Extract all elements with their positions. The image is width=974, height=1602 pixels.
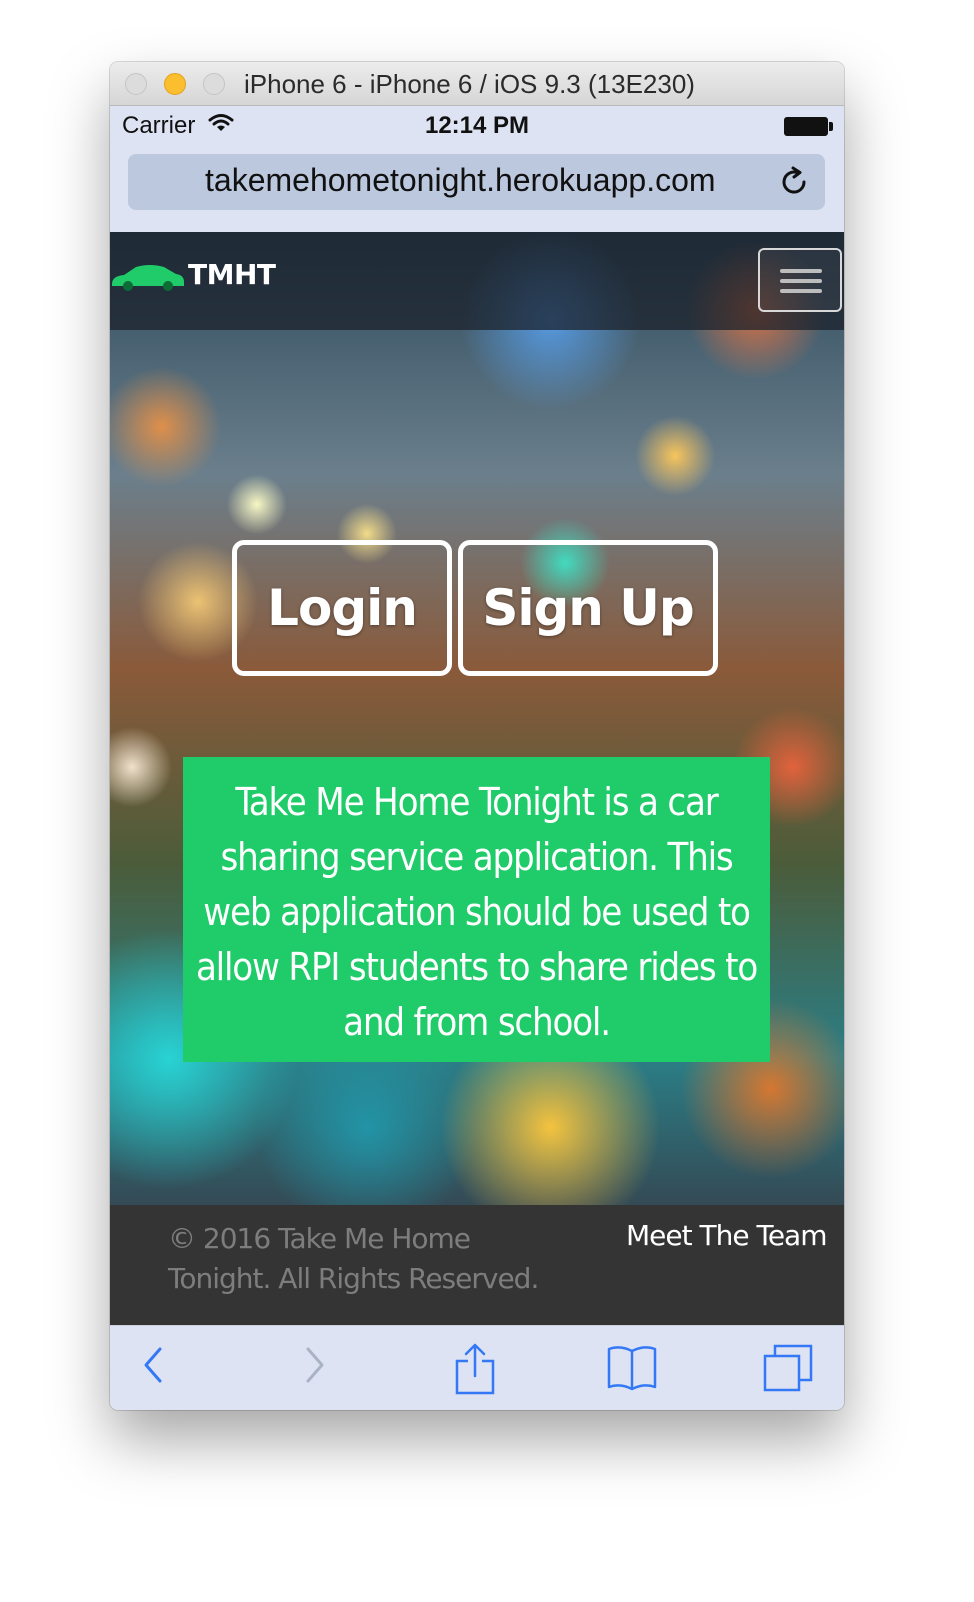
brand-name[interactable]: TMHT xyxy=(188,258,276,291)
url-text[interactable]: takemehometonight.herokuapp.com xyxy=(205,162,716,199)
tabs-icon[interactable] xyxy=(762,1343,814,1393)
hamburger-icon xyxy=(780,269,822,273)
web-page: TMHT Login Sign Up Take Me Home Tonight … xyxy=(110,232,844,1325)
site-footer: © 2016 Take Me Home Tonight. All Rights … xyxy=(110,1205,844,1325)
safari-address-area: takemehometonight.herokuapp.com xyxy=(110,146,844,232)
close-window-button[interactable] xyxy=(125,73,147,95)
hamburger-line xyxy=(780,279,822,283)
window-title: iPhone 6 - iPhone 6 / iOS 9.3 (13E230) xyxy=(244,69,695,99)
zoom-window-button[interactable] xyxy=(203,73,225,95)
hamburger-line xyxy=(780,289,822,293)
login-button[interactable]: Login xyxy=(232,540,452,676)
car-logo-icon[interactable] xyxy=(110,262,186,292)
status-time: 12:14 PM xyxy=(424,112,530,139)
reload-icon[interactable] xyxy=(778,166,810,198)
back-icon[interactable] xyxy=(140,1343,166,1387)
safari-toolbar xyxy=(110,1325,844,1410)
site-navbar: TMHT xyxy=(110,232,844,330)
share-icon[interactable] xyxy=(454,1343,496,1395)
ios-status-bar: Carrier 12:14 PM xyxy=(110,106,844,146)
address-bar[interactable]: takemehometonight.herokuapp.com xyxy=(128,154,825,210)
menu-toggle-button[interactable] xyxy=(758,248,842,312)
bookmarks-icon[interactable] xyxy=(606,1343,658,1391)
window-titlebar: iPhone 6 - iPhone 6 / iOS 9.3 (13E230) xyxy=(110,62,844,106)
copyright-text: © 2016 Take Me Home Tonight. All Rights … xyxy=(168,1222,539,1295)
battery-icon xyxy=(784,117,828,136)
minimize-window-button[interactable] xyxy=(164,73,186,95)
forward-icon[interactable] xyxy=(302,1343,328,1387)
battery-tip xyxy=(829,122,833,131)
meet-team-link[interactable]: Meet The Team xyxy=(626,1219,827,1252)
signup-button[interactable]: Sign Up xyxy=(458,540,718,676)
description-box: Take Me Home Tonight is a car sharing se… xyxy=(183,757,770,1062)
simulator-window: iPhone 6 - iPhone 6 / iOS 9.3 (13E230) C… xyxy=(110,62,844,1410)
